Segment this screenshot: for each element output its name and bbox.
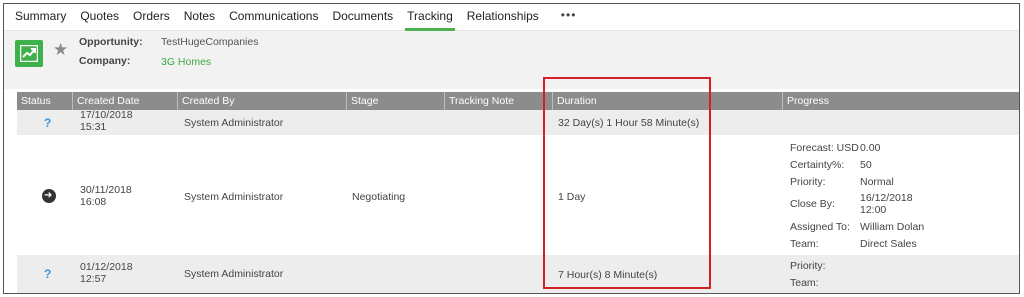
tab-quotes[interactable]: Quotes: [80, 4, 119, 31]
tab-notes[interactable]: Notes: [184, 4, 215, 31]
certainty-label: Certainty%:: [790, 159, 845, 171]
forecast-label: Forecast: USD: [790, 142, 859, 154]
team-label: Team:: [790, 277, 819, 289]
table-row[interactable]: ? 01/12/2018 12:57 System Administrator …: [17, 255, 1019, 293]
close-by-label: Close By:: [790, 198, 835, 210]
tab-tracking[interactable]: Tracking: [405, 4, 455, 31]
stage: Negotiating: [352, 191, 406, 203]
table-row[interactable]: ? 17/10/2018 15:31 System Administrator …: [17, 109, 1019, 135]
certainty-value: 50: [860, 159, 872, 171]
more-tabs-icon[interactable]: •••: [561, 4, 577, 26]
tab-orders[interactable]: Orders: [133, 4, 170, 31]
column-created-date[interactable]: Created Date: [72, 92, 177, 110]
created-time: 15:31: [80, 121, 107, 133]
forecast-value: 0.00: [860, 142, 881, 154]
tab-communications[interactable]: Communications: [229, 4, 318, 31]
duration: 7 Hour(s) 8 Minute(s): [558, 269, 658, 281]
question-mark-icon: ?: [44, 267, 52, 281]
question-mark-icon: ?: [44, 116, 52, 130]
team-label: Team:: [790, 238, 819, 250]
created-by: System Administrator: [184, 268, 284, 280]
column-stage[interactable]: Stage: [346, 92, 444, 110]
column-duration[interactable]: Duration: [552, 92, 782, 110]
arrow-circle-icon: [42, 189, 56, 203]
assigned-to-value: William Dolan: [860, 221, 925, 233]
duration: 32 Day(s) 1 Hour 58 Minute(s): [558, 117, 700, 129]
opportunity-trend-icon: [15, 40, 43, 67]
assigned-to-label: Assigned To:: [790, 221, 850, 233]
created-by: System Administrator: [184, 117, 284, 129]
grid-header: Status Created Date Created By Stage Tra…: [17, 92, 1019, 110]
close-by-date: 16/12/2018: [860, 192, 913, 204]
opportunity-label: Opportunity:: [79, 36, 143, 48]
column-tracking-note[interactable]: Tracking Note: [444, 92, 552, 110]
priority-label: Priority:: [790, 260, 826, 272]
company-label: Company:: [79, 55, 131, 67]
tab-bar: Summary Quotes Orders Notes Communicatio…: [4, 4, 1019, 31]
created-time: 12:57: [80, 273, 107, 285]
tab-relationships[interactable]: Relationships: [467, 4, 539, 31]
favorite-star-icon[interactable]: ★: [53, 41, 68, 59]
tab-summary[interactable]: Summary: [15, 4, 66, 31]
column-status[interactable]: Status: [17, 92, 72, 110]
column-created-by[interactable]: Created By: [177, 92, 346, 110]
table-row[interactable]: 30/11/2018 16:08 System Administrator Ne…: [17, 135, 1019, 255]
column-progress[interactable]: Progress: [782, 92, 1019, 110]
company-link[interactable]: 3G Homes: [161, 56, 211, 68]
priority-value: Normal: [860, 176, 894, 188]
opportunity-value: TestHugeCompanies: [161, 36, 259, 48]
close-by-time: 12:00: [860, 204, 887, 216]
team-value: Direct Sales: [860, 238, 917, 250]
created-by: System Administrator: [184, 191, 284, 203]
opportunity-header: ★ Opportunity: TestHugeCompanies Company…: [4, 31, 1019, 89]
tracking-grid: Status Created Date Created By Stage Tra…: [17, 92, 1019, 293]
duration: 1 Day: [558, 191, 586, 203]
tab-documents[interactable]: Documents: [332, 4, 393, 31]
tracking-panel: Summary Quotes Orders Notes Communicatio…: [3, 3, 1020, 294]
created-time: 16:08: [80, 196, 107, 208]
priority-label: Priority:: [790, 176, 826, 188]
